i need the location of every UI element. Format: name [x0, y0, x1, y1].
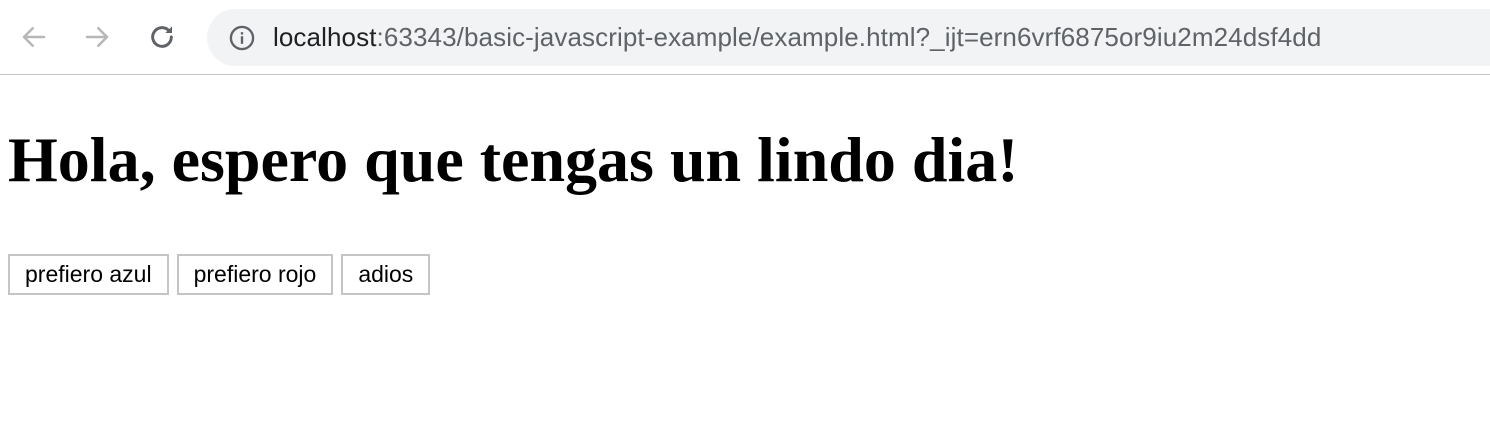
prefer-red-button[interactable]: prefiero rojo: [176, 254, 334, 295]
prefer-blue-button[interactable]: prefiero azul: [8, 254, 169, 295]
url-host: localhost: [273, 22, 377, 52]
button-row: prefiero azul prefiero rojo adios: [8, 254, 431, 295]
url-path: :63343/basic-javascript-example/example.…: [376, 22, 1322, 52]
address-bar[interactable]: localhost:63343/basic-javascript-example…: [207, 9, 1490, 66]
arrow-right-icon: [85, 27, 109, 47]
reload-icon: [151, 26, 173, 48]
page-title: Hola, espero que tengas un lindo dia!: [8, 124, 1019, 195]
arrow-left-icon: [22, 27, 46, 47]
goodbye-button[interactable]: adios: [341, 254, 431, 295]
url-text[interactable]: localhost:63343/basic-javascript-example…: [273, 22, 1321, 53]
forward-button[interactable]: [78, 18, 116, 56]
info-circle-icon[interactable]: [227, 23, 257, 53]
browser-toolbar: localhost:63343/basic-javascript-example…: [0, 0, 1490, 75]
reload-button[interactable]: [143, 18, 181, 56]
back-button[interactable]: [15, 18, 53, 56]
